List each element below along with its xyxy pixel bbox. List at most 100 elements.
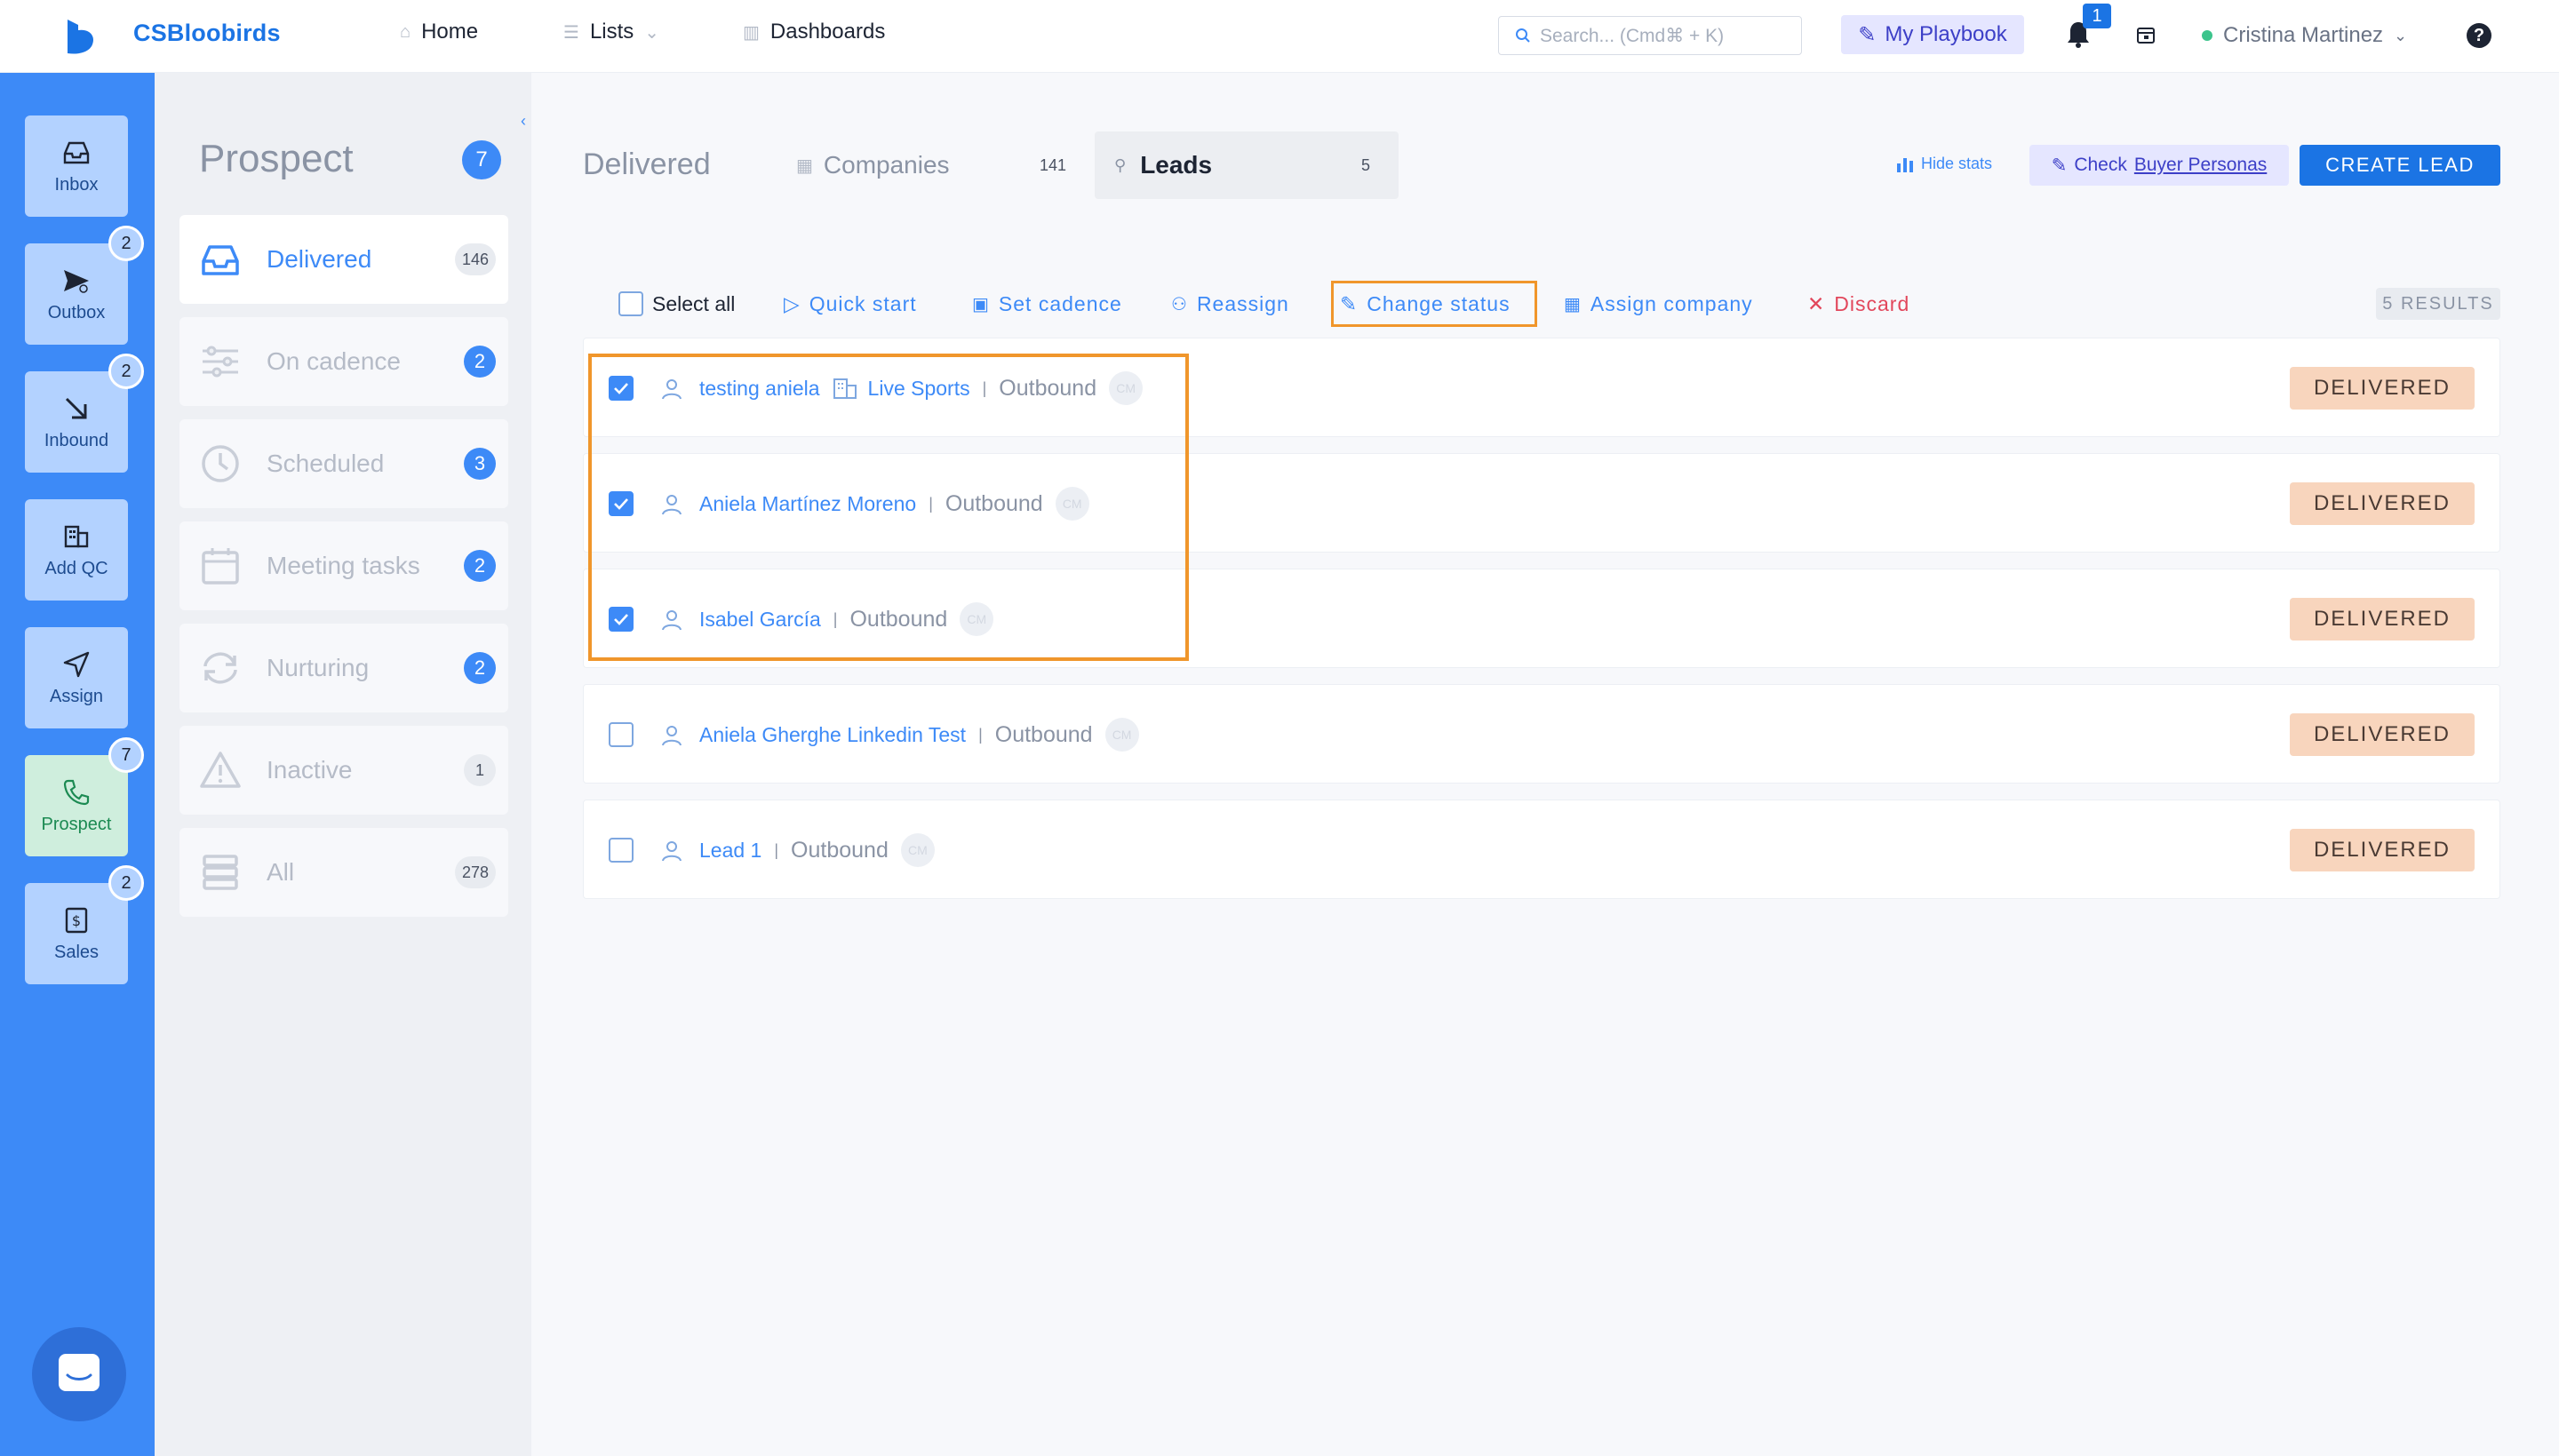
search-input[interactable]: Search... (Cmd⌘ + K) xyxy=(1498,16,1802,55)
check-buyer-personas-button[interactable]: ✎ Check Buyer Personas xyxy=(2029,145,2289,186)
nav-home[interactable]: ⌂ Home xyxy=(400,20,478,44)
nav-lists-label: Lists xyxy=(589,20,634,44)
navigation-arrow-icon xyxy=(63,651,90,677)
rail-outbox-label: Outbox xyxy=(47,302,106,322)
buyer-personas-link[interactable]: Buyer Personas xyxy=(2134,155,2267,176)
reassign-button[interactable]: ⚇ Reassign xyxy=(1171,286,1289,322)
change-status-highlight xyxy=(1331,281,1537,327)
calendar-icon[interactable] xyxy=(2136,25,2156,44)
create-lead-button[interactable]: CREATE LEAD xyxy=(2300,145,2500,186)
sidebar-item-meeting-tasks[interactable]: Meeting tasks 2 xyxy=(179,521,508,610)
results-count: 5 RESULTS xyxy=(2376,288,2500,320)
chevron-down-icon: ⌄ xyxy=(644,22,660,43)
lead-source: Outbound xyxy=(994,721,1093,747)
sidebar-item-all[interactable]: All 278 xyxy=(179,828,508,917)
my-playbook-button[interactable]: ✎ My Playbook xyxy=(1841,15,2024,54)
nav-dashboards[interactable]: ▥ Dashboards xyxy=(743,20,885,44)
calendar-icon xyxy=(202,548,239,585)
left-rail: Inbox Outbox 2 Inbound 2 Add QC Assign P… xyxy=(0,73,155,1456)
arrow-down-right-icon xyxy=(65,397,87,418)
rail-inbox[interactable]: Inbox xyxy=(25,115,128,217)
sidebar-item-count: 278 xyxy=(454,856,496,888)
sidebar-item-count: 1 xyxy=(464,754,496,786)
select-all[interactable]: Select all xyxy=(618,286,735,322)
status-badge[interactable]: DELIVERED xyxy=(2290,713,2475,756)
avatar: CM xyxy=(1104,718,1139,752)
discard-button[interactable]: ✕ Discard xyxy=(1807,286,1909,322)
tab-leads[interactable]: ⚲ Leads 5 xyxy=(1095,131,1399,199)
assign-company-button[interactable]: ▦ Assign company xyxy=(1564,286,1753,322)
set-cadence-label: Set cadence xyxy=(998,291,1122,315)
prospect-sidebar: ‹ Prospect 7 Delivered 146 On cadence 2 … xyxy=(155,73,531,1456)
sidebar-item-scheduled[interactable]: Scheduled 3 xyxy=(179,419,508,508)
sidebar-item-label: Nurturing xyxy=(267,654,370,681)
sliders-icon xyxy=(203,346,238,378)
rail-add-qc-label: Add QC xyxy=(44,558,108,578)
rail-inbound[interactable]: Inbound xyxy=(25,371,128,473)
quick-start-button[interactable]: ▷ Quick start xyxy=(784,286,917,322)
sidebar-item-label: On cadence xyxy=(267,347,401,375)
page-title: Delivered xyxy=(583,147,711,181)
set-cadence-button[interactable]: ▣ Set cadence xyxy=(972,286,1122,322)
select-all-checkbox[interactable] xyxy=(618,291,643,316)
person-icon xyxy=(662,726,682,746)
separator: | xyxy=(978,725,983,744)
rail-prospect-badge: 7 xyxy=(108,737,144,773)
chat-icon xyxy=(59,1354,100,1391)
status-badge[interactable]: DELIVERED xyxy=(2290,829,2475,871)
rail-prospect[interactable]: Prospect xyxy=(25,755,128,856)
collapse-sidebar-icon[interactable]: ‹ xyxy=(521,112,526,131)
building-icon: ▦ xyxy=(796,155,813,176)
chat-launcher[interactable] xyxy=(32,1327,126,1421)
reassign-label: Reassign xyxy=(1196,291,1289,315)
rail-outbox[interactable]: Outbox xyxy=(25,243,128,345)
warning-icon xyxy=(200,752,241,788)
table-row[interactable]: Lead 1 | Outbound CM DELIVERED xyxy=(583,800,2500,899)
close-icon: ✕ xyxy=(1807,291,1826,315)
help-icon[interactable]: ? xyxy=(2467,23,2491,48)
user-menu[interactable]: Cristina Martinez ⌄ xyxy=(2202,23,2407,48)
brand-name[interactable]: CSBloobirds xyxy=(133,20,281,47)
sidebar-item-count: 3 xyxy=(464,448,496,480)
table-row[interactable]: Aniela Gherghe Linkedin Test | Outbound … xyxy=(583,684,2500,784)
rail-inbox-label: Inbox xyxy=(54,174,99,195)
select-all-label: Select all xyxy=(652,291,736,315)
sidebar-count-badge: 7 xyxy=(462,140,501,179)
lead-name[interactable]: Aniela Gherghe Linkedin Test xyxy=(699,723,966,747)
rail-add-qc[interactable]: Add QC xyxy=(25,499,128,601)
chart-icon: ▥ xyxy=(743,22,760,43)
assign-company-label: Assign company xyxy=(1590,291,1753,315)
my-playbook-label: My Playbook xyxy=(1885,22,2007,46)
bloobirds-logo-icon[interactable] xyxy=(62,18,98,55)
search-placeholder: Search... (Cmd⌘ + K) xyxy=(1540,25,1725,46)
lead-name[interactable]: Lead 1 xyxy=(699,839,761,863)
person-icon: ⚲ xyxy=(1114,155,1127,174)
clock-icon xyxy=(202,445,239,482)
nav-lists[interactable]: ☰ Lists ⌄ xyxy=(563,20,659,44)
calendar-icon: ▣ xyxy=(972,294,990,314)
rail-sales[interactable]: $ Sales xyxy=(25,883,128,984)
send-icon xyxy=(64,269,89,293)
rail-assign[interactable]: Assign xyxy=(25,627,128,728)
rail-prospect-label: Prospect xyxy=(41,814,112,834)
status-badge[interactable]: DELIVERED xyxy=(2290,367,2475,410)
status-badge[interactable]: DELIVERED xyxy=(2290,482,2475,525)
hide-stats-button[interactable]: Hide stats xyxy=(1896,155,1992,173)
dollar-icon: $ xyxy=(65,907,88,933)
row-checkbox[interactable] xyxy=(609,722,634,747)
row-checkbox[interactable] xyxy=(609,838,634,863)
chevron-down-icon: ⌄ xyxy=(2394,26,2408,44)
user-name: Cristina Martinez xyxy=(2223,23,2384,47)
sidebar-item-nurturing[interactable]: Nurturing 2 xyxy=(179,624,508,712)
tab-companies[interactable]: ▦ Companies 141 xyxy=(796,131,1066,199)
inbox-icon xyxy=(63,141,90,163)
sidebar-item-count: 2 xyxy=(464,346,496,378)
stack-icon xyxy=(203,855,238,890)
building-icon: ▦ xyxy=(1564,294,1582,314)
sidebar-item-inactive[interactable]: Inactive 1 xyxy=(179,726,508,815)
magic-wand-icon: ✎ xyxy=(1858,22,1877,47)
status-badge[interactable]: DELIVERED xyxy=(2290,598,2475,640)
tab-companies-label: Companies xyxy=(823,151,950,179)
sidebar-item-on-cadence[interactable]: On cadence 2 xyxy=(179,317,508,406)
sidebar-item-delivered[interactable]: Delivered 146 xyxy=(179,215,508,304)
